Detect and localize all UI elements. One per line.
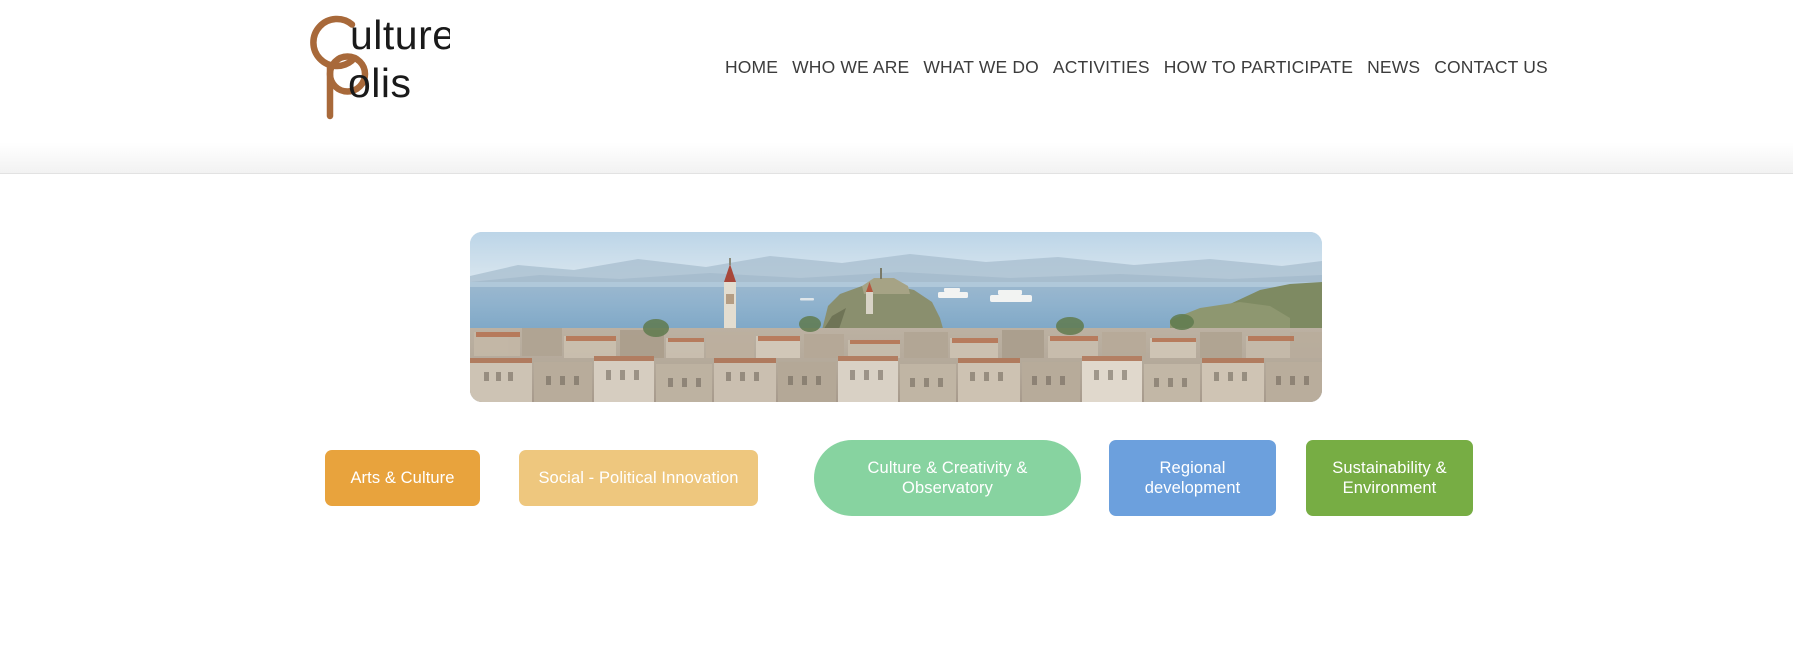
nav-how-to-participate[interactable]: HOW TO PARTICIPATE <box>1157 56 1360 78</box>
category-sustainability-environment-label: Sustainability & Environment <box>1332 459 1447 497</box>
site-header: ulture olis HOME WHO WE ARE WHAT WE DO A… <box>0 0 1793 142</box>
category-culture-creativity-observatory[interactable]: Culture & Creativity & Observatory <box>814 440 1081 516</box>
nav-news[interactable]: NEWS <box>1360 56 1427 78</box>
category-social-political-innovation[interactable]: Social - Political Innovation <box>519 450 758 506</box>
page-root: ulture olis HOME WHO WE ARE WHAT WE DO A… <box>0 0 1793 654</box>
category-regional-development-label: Regional development <box>1144 459 1241 497</box>
header-divider-band <box>0 142 1793 174</box>
category-sustainability-environment[interactable]: Sustainability & Environment <box>1306 440 1473 516</box>
nav-what-we-do[interactable]: WHAT WE DO <box>916 56 1046 78</box>
svg-text:ulture: ulture <box>350 12 450 58</box>
category-social-political-innovation-label: Social - Political Innovation <box>538 469 739 487</box>
category-buttons-row: Arts & Culture Social - Political Innova… <box>0 440 1793 540</box>
nav-activities[interactable]: ACTIVITIES <box>1046 56 1157 78</box>
header-inner: ulture olis HOME WHO WE ARE WHAT WE DO A… <box>0 0 1793 142</box>
nav-who-we-are[interactable]: WHO WE ARE <box>785 56 916 78</box>
category-culture-creativity-observatory-label: Culture & Creativity & Observatory <box>867 459 1028 497</box>
category-arts-culture-label: Arts & Culture <box>350 469 455 487</box>
main-navigation: HOME WHO WE ARE WHAT WE DO ACTIVITIES HO… <box>718 56 1555 78</box>
hero-panorama-image <box>470 232 1322 402</box>
nav-home[interactable]: HOME <box>718 56 785 78</box>
svg-text:olis: olis <box>348 60 412 106</box>
nav-contact-us[interactable]: CONTACT US <box>1427 56 1555 78</box>
category-regional-development[interactable]: Regional development <box>1109 440 1276 516</box>
category-arts-culture[interactable]: Arts & Culture <box>325 450 480 506</box>
culturepolis-logo[interactable]: ulture olis <box>290 4 450 122</box>
main-content: Arts & Culture Social - Political Innova… <box>0 175 1793 654</box>
